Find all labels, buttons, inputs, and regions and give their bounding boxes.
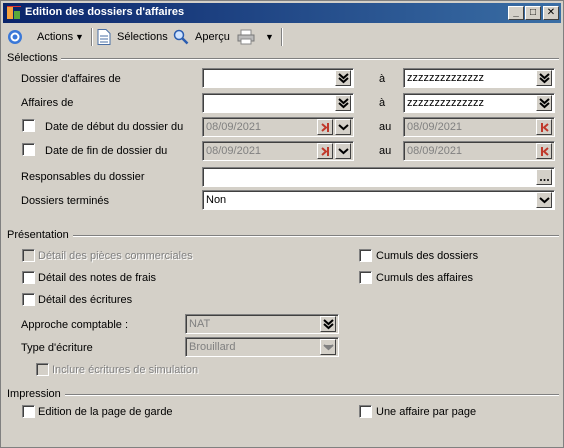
end-date-from-value: 08/09/2021 xyxy=(206,145,262,157)
preview-button[interactable]: Aperçu xyxy=(173,27,233,47)
dossier-from-label: Dossier d'affaires de xyxy=(21,73,121,85)
affaires-to-label: à xyxy=(379,97,386,109)
termines-select[interactable]: Non xyxy=(202,190,555,210)
maximize-button[interactable]: □ xyxy=(525,6,541,20)
une-affaire-label: Une affaire par page xyxy=(376,406,477,418)
double-chevron-down-icon[interactable] xyxy=(335,95,351,111)
page-garde-label: Edition de la page de garde xyxy=(38,406,173,418)
calendar-today-icon[interactable] xyxy=(317,143,333,159)
target-icon xyxy=(8,30,22,44)
detail-ecritures-label: Détail des écritures xyxy=(38,294,133,306)
end-date-to-label: au xyxy=(379,145,392,157)
detail-pieces-checkbox[interactable] xyxy=(22,249,35,262)
double-chevron-down-icon[interactable] xyxy=(335,70,351,86)
cumuls-dossiers-checkbox[interactable] xyxy=(359,249,372,262)
responsables-label: Responsables du dossier xyxy=(21,171,145,183)
start-date-from-value: 08/09/2021 xyxy=(206,121,262,133)
toolbar-separator xyxy=(281,28,283,46)
end-date-to-field[interactable]: 08/09/2021 xyxy=(403,141,555,161)
document-icon xyxy=(97,29,111,45)
une-affaire-checkbox[interactable] xyxy=(359,405,372,418)
title-bar: Edition des dossiers d'affaires _ □ ✕ xyxy=(3,3,561,23)
double-chevron-down-icon[interactable] xyxy=(320,316,336,332)
affaires-from-label: Affaires de xyxy=(21,97,74,109)
type-ecriture-value: Brouillard xyxy=(189,341,236,353)
chevron-down-icon[interactable] xyxy=(320,339,336,355)
termines-value: Non xyxy=(206,194,227,206)
responsables-field[interactable] xyxy=(202,167,555,187)
window-title: Edition des dossiers d'affaires xyxy=(25,6,185,18)
dossier-to-field[interactable]: zzzzzzzzzzzzzz xyxy=(403,68,555,88)
start-date-to-field[interactable]: 08/09/2021 xyxy=(403,117,555,137)
ellipsis-icon[interactable] xyxy=(536,169,552,185)
approche-value: NAT xyxy=(189,318,211,330)
dialog-window: Edition des dossiers d'affaires _ □ ✕ Ac… xyxy=(0,0,564,448)
affaires-to-value: zzzzzzzzzzzzzz xyxy=(407,97,484,109)
actions-label: Actions xyxy=(37,31,74,43)
printer-icon xyxy=(237,29,255,45)
type-ecriture-label: Type d'écriture xyxy=(21,342,93,354)
end-date-from-field[interactable]: 08/09/2021 xyxy=(202,141,354,161)
start-date-from-field[interactable]: 08/09/2021 xyxy=(202,117,354,137)
dossier-to-value: zzzzzzzzzzzzzz xyxy=(407,72,484,84)
type-ecriture-select[interactable]: Brouillard xyxy=(185,337,339,357)
cumuls-dossiers-label: Cumuls des dossiers xyxy=(376,250,479,262)
page-garde-checkbox[interactable] xyxy=(22,405,35,418)
affaires-from-field[interactable] xyxy=(202,93,354,113)
start-date-to-value: 08/09/2021 xyxy=(407,121,463,133)
cumuls-affaires-label: Cumuls des affaires xyxy=(376,272,474,284)
detail-notes-checkbox[interactable] xyxy=(22,271,35,284)
chevron-down-icon: ▼ xyxy=(75,32,84,42)
approche-label: Approche comptable : xyxy=(21,319,129,331)
section-title-presentation: Présentation xyxy=(7,229,69,241)
start-date-to-label: au xyxy=(379,121,392,133)
section-divider xyxy=(61,58,559,60)
calendar-back-icon[interactable] xyxy=(536,143,552,159)
section-divider xyxy=(73,235,559,237)
actions-menu-button[interactable]: Actions ▼ xyxy=(7,27,87,47)
toolbar-separator xyxy=(91,28,93,46)
calendar-back-icon[interactable] xyxy=(536,119,552,135)
chevron-down-icon[interactable] xyxy=(335,119,351,135)
section-title-impression: Impression xyxy=(7,388,61,400)
detail-notes-label: Détail des notes de frais xyxy=(38,272,157,284)
end-date-to-value: 08/09/2021 xyxy=(407,145,463,157)
chevron-down-icon: ▼ xyxy=(265,32,274,42)
chevron-down-icon[interactable] xyxy=(335,143,351,159)
start-date-checkbox[interactable] xyxy=(22,119,35,132)
app-icon xyxy=(7,6,21,19)
end-date-checkbox[interactable] xyxy=(22,143,35,156)
preview-label: Aperçu xyxy=(195,31,230,43)
magnifier-icon xyxy=(173,29,189,45)
double-chevron-down-icon[interactable] xyxy=(536,95,552,111)
section-divider xyxy=(65,394,559,396)
dossier-from-field[interactable] xyxy=(202,68,354,88)
chevron-down-icon[interactable] xyxy=(536,192,552,208)
inclure-simulation-checkbox[interactable] xyxy=(36,363,49,376)
termines-label: Dossiers terminés xyxy=(21,195,110,207)
approche-field[interactable]: NAT xyxy=(185,314,339,334)
close-button[interactable]: ✕ xyxy=(543,6,559,20)
cumuls-affaires-checkbox[interactable] xyxy=(359,271,372,284)
selections-label: Sélections xyxy=(117,31,168,43)
double-chevron-down-icon[interactable] xyxy=(536,70,552,86)
section-title-selections: Sélections xyxy=(7,52,58,64)
calendar-today-icon[interactable] xyxy=(317,119,333,135)
dossier-to-label: à xyxy=(379,73,386,85)
end-date-label: Date de fin de dossier du xyxy=(45,145,168,157)
detail-pieces-label: Détail des pièces commerciales xyxy=(38,250,193,262)
print-menu-button[interactable]: ▼ xyxy=(237,27,279,47)
detail-ecritures-checkbox[interactable] xyxy=(22,293,35,306)
selections-button[interactable]: Sélections xyxy=(97,27,169,47)
toolbar: Actions ▼ Sélections Aperçu ▼ xyxy=(3,25,561,49)
start-date-label: Date de début du dossier du xyxy=(45,121,184,133)
inclure-simulation-label: Inclure écritures de simulation xyxy=(52,364,199,376)
minimize-button[interactable]: _ xyxy=(508,6,524,20)
affaires-to-field[interactable]: zzzzzzzzzzzzzz xyxy=(403,93,555,113)
